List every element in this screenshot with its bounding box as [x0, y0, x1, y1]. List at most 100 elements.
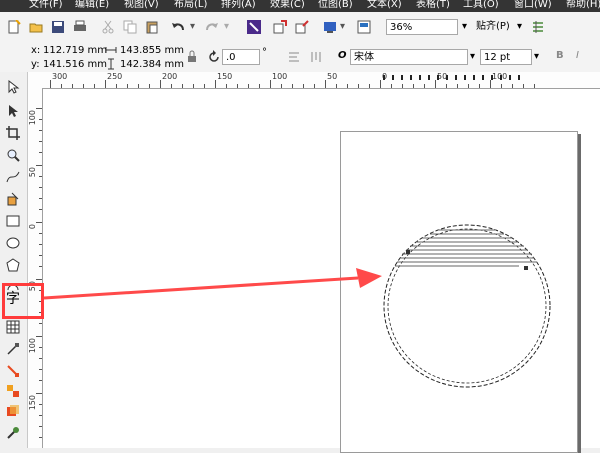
parallel-dimension-tool-icon[interactable] [4, 340, 22, 358]
tab-marker[interactable] [419, 75, 421, 80]
tab-marker[interactable] [410, 75, 412, 80]
ruler-minor-tick [39, 152, 42, 153]
export-icon[interactable] [294, 19, 310, 35]
menu-text[interactable]: 文本(X) [367, 0, 402, 11]
rotation-angle-value: .0 [226, 52, 236, 63]
tab-marker[interactable] [383, 75, 385, 80]
y-position-field[interactable]: 141.516 mm [43, 59, 107, 71]
polygon-tool-icon[interactable] [4, 256, 22, 274]
blend-tool-icon[interactable] [4, 382, 22, 400]
ruler-tick [36, 165, 42, 166]
new-document-icon[interactable] [6, 19, 22, 35]
snap-to-button[interactable]: 贴齐(P) [476, 21, 510, 33]
tab-marker[interactable] [500, 75, 502, 80]
smart-fill-tool-icon[interactable] [4, 190, 22, 208]
horizontal-ruler[interactable]: 30025020015010050050100 [28, 72, 600, 89]
paste-icon[interactable] [144, 19, 160, 35]
rectangle-tool-icon[interactable] [4, 212, 22, 230]
object-height-field[interactable]: 142.384 mm [120, 59, 184, 71]
welcome-screen-icon[interactable] [356, 19, 372, 35]
menu-arrange[interactable]: 排列(A) [221, 0, 256, 11]
text-circle-object[interactable] [380, 220, 554, 392]
zoom-tool-icon[interactable] [4, 146, 22, 164]
ruler-minor-tick [369, 84, 370, 88]
cut-icon[interactable] [100, 19, 116, 35]
menu-file[interactable]: 文件(F) [29, 0, 63, 11]
eyedropper-tool-icon[interactable] [4, 424, 22, 442]
horizontal-text-icon[interactable] [286, 49, 302, 65]
selection-handle[interactable] [406, 250, 410, 254]
tab-marker[interactable] [446, 75, 448, 80]
undo-icon[interactable] [170, 19, 186, 35]
menu-edit[interactable]: 编辑(E) [75, 0, 109, 11]
print-icon[interactable] [72, 19, 88, 35]
transparency-tool-icon[interactable] [4, 402, 22, 420]
ruler-minor-tick [446, 84, 447, 88]
tab-marker[interactable] [392, 75, 394, 80]
snap-dropdown-icon[interactable]: ▾ [517, 21, 522, 33]
font-size-field[interactable]: 12 pt [480, 49, 532, 65]
vertical-text-icon[interactable] [308, 49, 324, 65]
tab-marker[interactable] [473, 75, 475, 80]
font-dropdown-icon[interactable]: ▾ [470, 51, 475, 63]
menu-window[interactable]: 窗口(W) [514, 0, 552, 11]
import-icon[interactable] [272, 19, 288, 35]
copy-icon[interactable] [122, 19, 138, 35]
snap-options-icon[interactable] [530, 19, 546, 35]
ruler-label: 100 [28, 110, 37, 126]
application-launcher-icon[interactable] [322, 19, 338, 35]
menu-layout[interactable]: 布局(L) [174, 0, 207, 11]
tab-marker[interactable] [518, 75, 520, 80]
menu-effects[interactable]: 效果(C) [270, 0, 305, 11]
tab-marker[interactable] [455, 75, 457, 80]
search-content-icon[interactable] [246, 19, 262, 35]
tab-marker[interactable] [509, 75, 511, 80]
italic-icon[interactable]: I [576, 50, 579, 62]
ruler-tick [270, 80, 271, 88]
crop-tool-icon[interactable] [4, 124, 22, 142]
x-position-field[interactable]: 112.719 mm [43, 45, 107, 57]
menu-bar: 文件(F) 编辑(E) 视图(V) 布局(L) 排列(A) 效果(C) 位图(B… [0, 0, 600, 12]
ruler-minor-tick [193, 84, 194, 88]
redo-icon[interactable] [204, 19, 220, 35]
table-tool-icon[interactable] [4, 318, 22, 336]
pick-tool-icon[interactable] [4, 78, 22, 96]
tab-marker[interactable] [464, 75, 466, 80]
ellipse-tool-icon[interactable] [4, 234, 22, 252]
ruler-minor-tick [39, 347, 42, 348]
menu-view[interactable]: 视图(V) [124, 0, 159, 11]
x-label: x: [31, 45, 41, 56]
bold-icon[interactable]: B [556, 50, 564, 62]
ruler-minor-tick [94, 84, 95, 88]
launcher-dropdown-icon[interactable]: ▾ [340, 21, 345, 33]
shape-tool-icon[interactable] [4, 102, 22, 120]
tab-marker[interactable] [482, 75, 484, 80]
menu-tools[interactable]: 工具(O) [463, 0, 499, 11]
zoom-level-field[interactable]: 36% [386, 19, 458, 35]
undo-dropdown-icon[interactable]: ▾ [190, 21, 195, 33]
save-icon[interactable] [50, 19, 66, 35]
tab-marker[interactable] [491, 75, 493, 80]
zoom-dropdown-icon[interactable]: ▾ [462, 21, 467, 33]
standard-toolbar: ▾ ▾ ▾ 36% ▾ 贴齐(P) ▾ [0, 12, 600, 43]
ruler-minor-tick [457, 84, 458, 88]
ruler-label: 200 [162, 72, 178, 81]
freehand-tool-icon[interactable] [4, 168, 22, 186]
open-icon[interactable] [28, 19, 44, 35]
menu-help[interactable]: 帮助(H) [566, 0, 600, 11]
ruler-minor-tick [39, 141, 42, 142]
object-width-field[interactable]: 143.855 mm [120, 45, 184, 57]
tab-marker[interactable] [428, 75, 430, 80]
lock-ratio-icon[interactable] [184, 49, 200, 65]
tab-marker[interactable] [401, 75, 403, 80]
menu-bitmaps[interactable]: 位图(B) [318, 0, 353, 11]
font-name-field[interactable]: 宋体 [350, 49, 468, 65]
redo-dropdown-icon[interactable]: ▾ [224, 21, 229, 33]
menu-table[interactable]: 表格(T) [416, 0, 450, 11]
selection-handle[interactable] [524, 266, 528, 270]
rotation-angle-field[interactable]: .0 [222, 49, 260, 65]
font-size-dropdown-icon[interactable]: ▾ [534, 51, 539, 63]
connector-tool-icon[interactable] [4, 362, 22, 380]
tab-marker[interactable] [437, 75, 439, 80]
ruler-tick [490, 80, 491, 88]
